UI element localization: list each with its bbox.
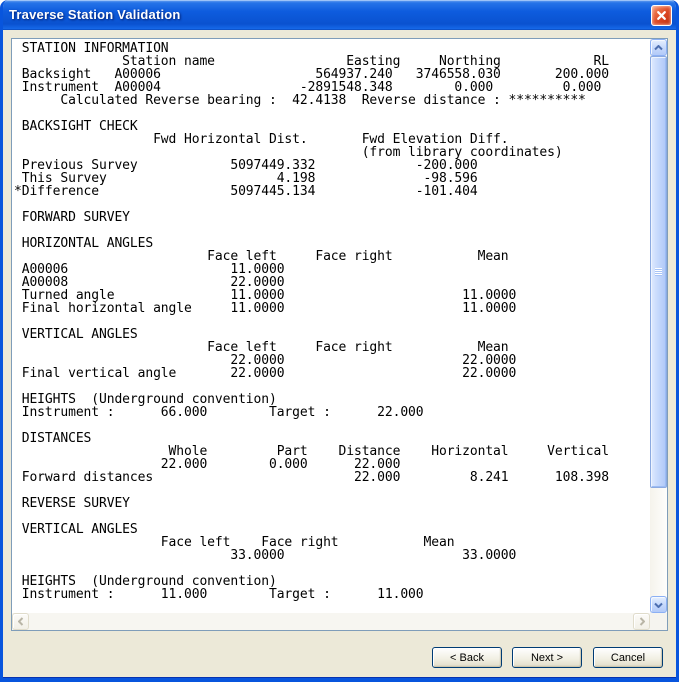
back-button[interactable]: < Back xyxy=(432,647,502,668)
scroll-thumb-gripper-icon xyxy=(655,268,662,276)
report-panel: STATION INFORMATION Station name Easting… xyxy=(11,38,668,631)
scroll-right-button[interactable] xyxy=(633,613,650,630)
next-button[interactable]: Next > xyxy=(512,647,582,668)
report-text: STATION INFORMATION Station name Easting… xyxy=(14,41,609,602)
scroll-left-button[interactable] xyxy=(12,613,29,630)
scroll-up-button[interactable] xyxy=(650,39,667,56)
close-button[interactable] xyxy=(651,5,672,26)
cancel-button[interactable]: Cancel xyxy=(593,647,663,668)
close-icon xyxy=(656,10,667,21)
scroll-up-icon xyxy=(654,44,663,51)
scroll-down-icon xyxy=(654,602,663,608)
horizontal-scrollbar xyxy=(12,613,650,630)
scroll-left-icon xyxy=(17,617,24,626)
scroll-down-button[interactable] xyxy=(650,596,667,613)
report-scroll-region[interactable]: STATION INFORMATION Station name Easting… xyxy=(12,39,650,613)
scrollbar-corner xyxy=(650,613,667,630)
vertical-scroll-track[interactable] xyxy=(650,488,667,596)
dialog-window: Traverse Station Validation STATION INFO… xyxy=(0,0,679,682)
titlebar[interactable]: Traverse Station Validation xyxy=(3,0,676,30)
vertical-scroll-thumb[interactable] xyxy=(650,56,667,488)
vertical-scrollbar[interactable] xyxy=(650,39,667,613)
scroll-right-icon xyxy=(639,617,645,626)
window-title: Traverse Station Validation xyxy=(9,7,181,22)
